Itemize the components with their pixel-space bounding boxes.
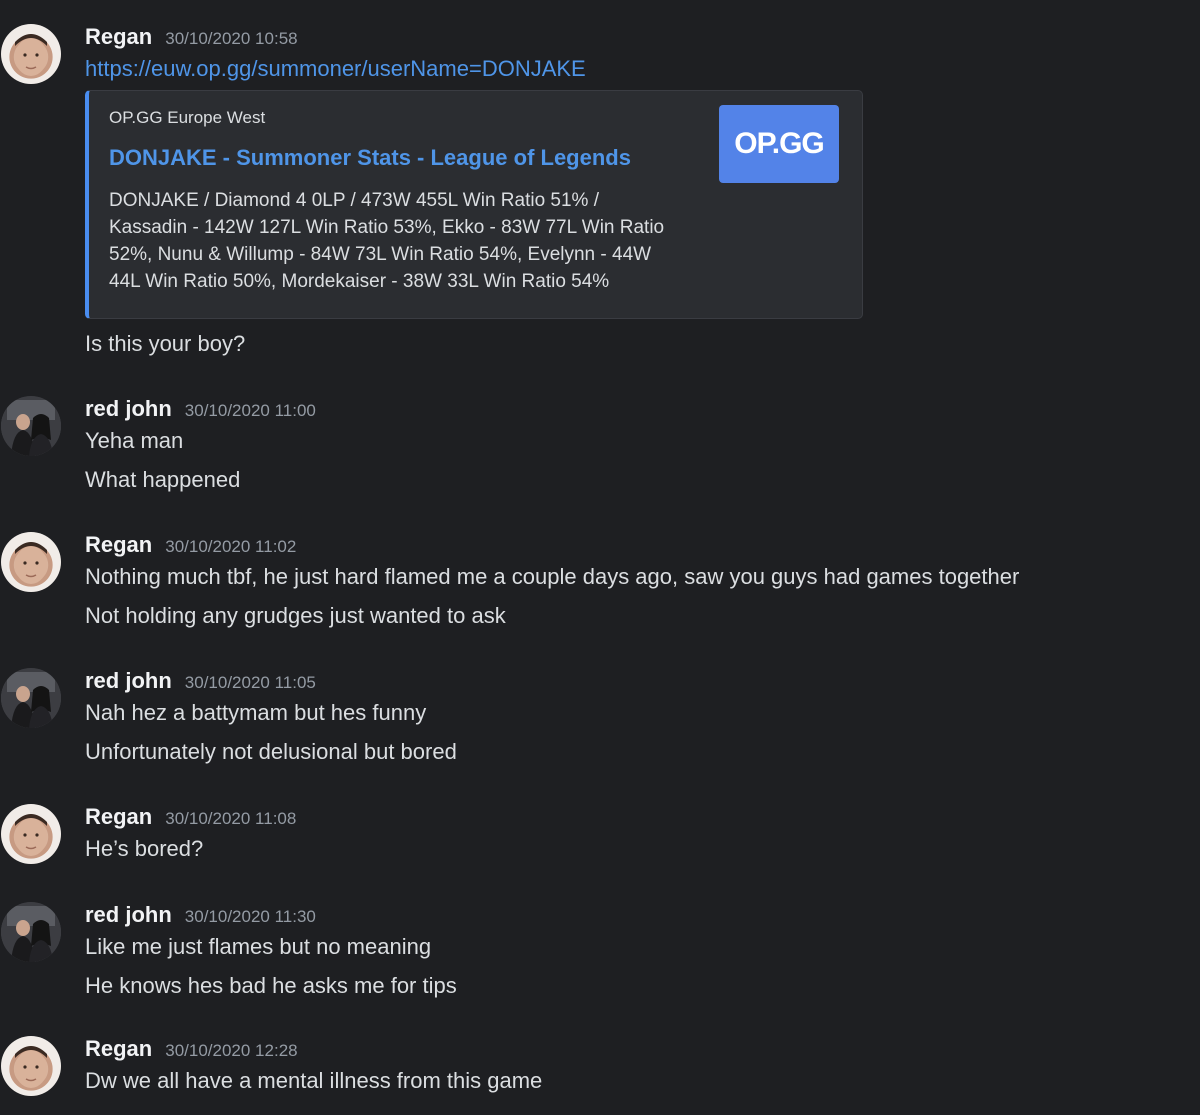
timestamp: 30/10/2020 11:30 bbox=[184, 907, 316, 926]
timestamp: 30/10/2020 11:05 bbox=[184, 673, 316, 692]
message-header: Regan 30/10/2020 12:28 bbox=[85, 1036, 298, 1062]
opgg-logo: OP.GG bbox=[734, 127, 824, 160]
message-text: He knows hes bad he asks me for tips bbox=[85, 973, 457, 998]
avatar[interactable] bbox=[1, 24, 61, 84]
message-text: Dw we all have a mental illness from thi… bbox=[85, 1068, 543, 1093]
timestamp: 30/10/2020 11:02 bbox=[165, 537, 297, 556]
link-embed: OP.GG Europe West DONJAKE - Summoner Sta… bbox=[85, 90, 863, 319]
timestamp: 30/10/2020 11:00 bbox=[184, 401, 316, 420]
username[interactable]: Regan bbox=[85, 1036, 152, 1062]
message-text: What happened bbox=[85, 467, 241, 492]
embed-description-line: DONJAKE / Diamond 4 0LP / 473W 455L Win … bbox=[109, 190, 600, 211]
message-text: Nothing much tbf, he just hard flamed me… bbox=[85, 564, 1020, 589]
embed-description-line: Kassadin - 142W 127L Win Ratio 53%, Ekko… bbox=[109, 217, 665, 238]
username[interactable]: red john bbox=[85, 668, 172, 694]
username[interactable]: Regan bbox=[85, 804, 152, 830]
message-header: Regan 30/10/2020 10:58 bbox=[85, 24, 298, 50]
avatar[interactable] bbox=[1, 804, 61, 864]
embed-provider: OP.GG Europe West bbox=[109, 108, 266, 127]
avatar[interactable] bbox=[1, 532, 61, 592]
message-link[interactable]: https://euw.op.gg/summoner/userName=DONJ… bbox=[85, 56, 586, 82]
username[interactable]: red john bbox=[85, 902, 172, 928]
avatar[interactable] bbox=[1, 1036, 61, 1096]
embed-thumbnail[interactable]: OP.GG bbox=[719, 105, 839, 183]
embed-description: DONJAKE / Diamond 4 0LP / 473W 455L Win … bbox=[109, 187, 689, 295]
embed-title[interactable]: DONJAKE - Summoner Stats - League of Leg… bbox=[109, 145, 631, 171]
message-text: Like me just flames but no meaning bbox=[85, 934, 432, 959]
timestamp: 30/10/2020 12:28 bbox=[165, 1041, 298, 1060]
embed-description-line: 52%, Nunu & Willump - 84W 73L Win Ratio … bbox=[109, 244, 652, 265]
message-header: red john 30/10/2020 11:05 bbox=[85, 668, 316, 694]
username[interactable]: Regan bbox=[85, 532, 152, 558]
message-text: Nah hez a battymam but hes funny bbox=[85, 700, 427, 725]
message-header: red john 30/10/2020 11:00 bbox=[85, 396, 316, 422]
message-text: Yeha man bbox=[85, 428, 184, 453]
message-header: Regan 30/10/2020 11:02 bbox=[85, 532, 296, 558]
username[interactable]: Regan bbox=[85, 24, 152, 50]
timestamp: 30/10/2020 10:58 bbox=[165, 29, 298, 48]
avatar[interactable] bbox=[1, 668, 61, 728]
timestamp: 30/10/2020 11:08 bbox=[165, 809, 297, 828]
message-text: Is this your boy? bbox=[85, 331, 246, 356]
message-text: Unfortunately not delusional but bored bbox=[85, 739, 457, 764]
message-header: Regan 30/10/2020 11:08 bbox=[85, 804, 296, 830]
avatar[interactable] bbox=[1, 902, 61, 962]
avatar[interactable] bbox=[1, 396, 61, 456]
message-text: He’s bored? bbox=[85, 836, 204, 861]
message-header: red john 30/10/2020 11:30 bbox=[85, 902, 316, 928]
message-text: Not holding any grudges just wanted to a… bbox=[85, 603, 506, 628]
username[interactable]: red john bbox=[85, 396, 172, 422]
embed-description-line: 44L Win Ratio 50%, Mordekaiser - 38W 33L… bbox=[109, 271, 610, 292]
